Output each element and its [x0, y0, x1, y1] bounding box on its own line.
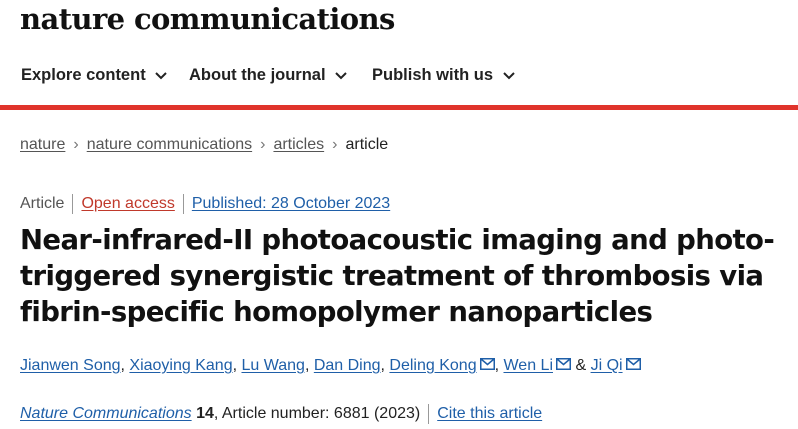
- cite-this-article-link[interactable]: Cite this article: [437, 405, 542, 422]
- nav-explore-content[interactable]: Explore content: [21, 66, 167, 85]
- chevron-down-icon: [502, 71, 515, 80]
- article-type: Article: [20, 195, 65, 213]
- author-link[interactable]: Lu Wang: [241, 357, 304, 374]
- breadcrumb-current: article: [345, 136, 389, 153]
- author-separator: ,: [304, 357, 314, 374]
- breadcrumb-separator-icon: ›: [260, 136, 266, 153]
- breadcrumb: nature › nature communications › articles › ar…: [20, 136, 388, 154]
- nav-about-the-journal-label: About the journal: [189, 66, 326, 84]
- nav-explore-content-label: Explore content: [21, 66, 146, 84]
- nav-about-the-journal[interactable]: About the journal: [189, 66, 347, 85]
- title-line: Near-infrared-II photoacoustic imaging a…: [20, 224, 775, 256]
- meta-divider: [182, 194, 184, 214]
- breadcrumb-separator-icon: ›: [73, 136, 79, 153]
- breadcrumb-separator-icon: ›: [332, 136, 338, 153]
- open-access-link[interactable]: Open access: [81, 195, 174, 212]
- author-link[interactable]: Wen Li: [503, 357, 553, 374]
- accent-divider: [0, 105, 798, 110]
- chevron-down-icon: [335, 71, 347, 80]
- article-meta: Article Open access Published: 28 October …: [20, 194, 390, 214]
- email-icon[interactable]: [479, 358, 495, 370]
- published-date: Published: 28 October 2023: [191, 195, 391, 213]
- author-link[interactable]: Jianwen Song: [20, 357, 121, 374]
- author-link[interactable]: Xiaoying Kang: [129, 357, 232, 374]
- author-list: Jianwen Song, Xiaoying Kang, Lu Wang, Da…: [20, 357, 641, 375]
- site-logo[interactable]: nature communications: [20, 2, 395, 36]
- citation-line: Nature Communications 14, Article number…: [20, 404, 542, 424]
- email-icon[interactable]: [556, 358, 571, 370]
- title-line: triggered synergistic treatment of throm…: [20, 260, 764, 292]
- breadcrumb-nature[interactable]: nature: [20, 136, 65, 153]
- meta-divider: [72, 194, 74, 214]
- author-link[interactable]: Dan Ding: [314, 357, 381, 374]
- author-ampersand: &: [571, 357, 591, 374]
- nav-publish-with-us[interactable]: Publish with us: [372, 66, 515, 85]
- main-nav: Explore content About the journal Publis…: [0, 66, 798, 96]
- breadcrumb-nature-communications[interactable]: nature communications: [87, 136, 252, 153]
- title-line: fibrin-specific homopolymer nanoparticle…: [20, 296, 653, 328]
- breadcrumb-articles[interactable]: articles: [273, 136, 324, 153]
- author-link[interactable]: Deling Kong: [389, 357, 476, 374]
- email-icon[interactable]: [625, 358, 641, 370]
- chevron-down-icon: [155, 71, 167, 80]
- nav-publish-with-us-label: Publish with us: [372, 66, 494, 84]
- article-title: Near-infrared-II photoacoustic imaging a…: [20, 222, 780, 330]
- citation-divider: [428, 404, 430, 424]
- journal-link[interactable]: Nature Communications: [20, 405, 192, 422]
- article-number: , Article number: 6881 (2023): [213, 405, 421, 423]
- author-link[interactable]: Ji Qi: [591, 357, 623, 374]
- volume-number: 14: [196, 405, 214, 423]
